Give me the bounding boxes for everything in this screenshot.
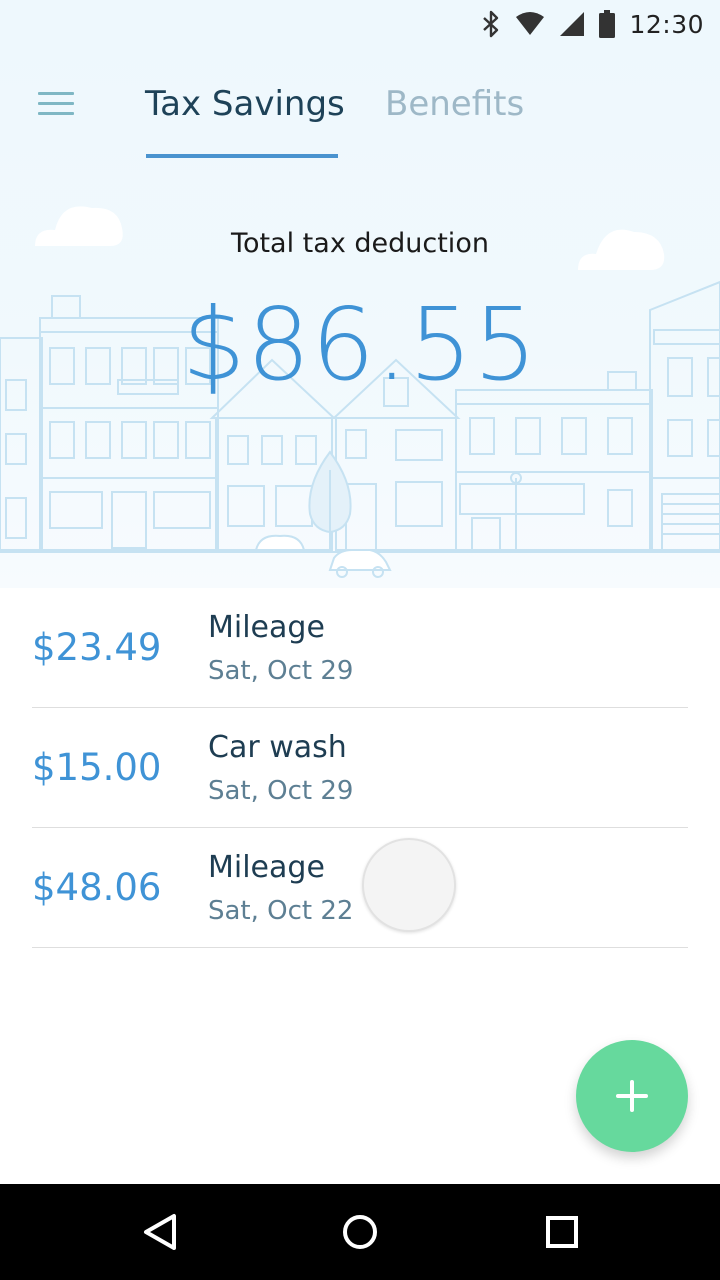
active-tab-indicator [146, 154, 338, 158]
total-deduction-amount: $86.55 [182, 286, 538, 403]
entry-amount: $15.00 [32, 746, 162, 789]
entry-date: Sat, Oct 29 [208, 776, 354, 806]
total-deduction-label: Total tax deduction [231, 228, 489, 259]
battery-icon [599, 10, 616, 38]
toolbar: Tax Savings Benefits [0, 48, 720, 160]
tab-tax-savings[interactable]: Tax Savings [145, 84, 345, 124]
entry-title: Car wash [208, 730, 347, 765]
bluetooth-icon [483, 10, 499, 38]
status-bar: 12:30 [0, 0, 720, 48]
touch-indicator [362, 838, 456, 932]
entry-date: Sat, Oct 22 [208, 896, 354, 926]
tab-benefits[interactable]: Benefits [385, 84, 524, 124]
plus-icon [616, 1080, 648, 1112]
entry-amount: $48.06 [32, 866, 162, 909]
back-icon[interactable] [130, 1202, 190, 1262]
hamburger-menu-icon[interactable] [28, 82, 84, 126]
add-deduction-button[interactable] [576, 1040, 688, 1152]
entry-title: Mileage [208, 610, 325, 645]
deduction-list: $23.49 Mileage Sat, Oct 29 $15.00 Car wa… [32, 588, 688, 948]
list-item[interactable]: $48.06 Mileage Sat, Oct 22 [32, 828, 688, 948]
status-time: 12:30 [629, 9, 704, 39]
header-panel: 12:30 Tax Savings Benefits Total tax ded… [0, 0, 720, 588]
recents-icon[interactable] [532, 1202, 592, 1262]
home-icon[interactable] [330, 1202, 390, 1262]
signal-icon [560, 12, 585, 36]
list-item[interactable]: $23.49 Mileage Sat, Oct 29 [32, 588, 688, 708]
entry-amount: $23.49 [32, 626, 162, 669]
entry-title: Mileage [208, 850, 325, 885]
system-nav-bar [0, 1184, 720, 1280]
list-item[interactable]: $15.00 Car wash Sat, Oct 29 [32, 708, 688, 828]
entry-date: Sat, Oct 29 [208, 656, 354, 686]
wifi-icon [516, 12, 545, 35]
